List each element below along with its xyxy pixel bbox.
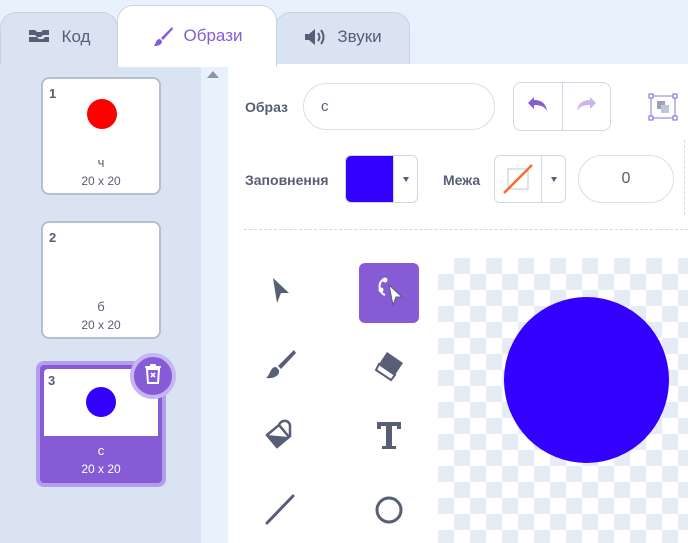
brush-icon — [262, 347, 298, 388]
undo-icon — [526, 95, 550, 118]
costume-name-value: с — [321, 98, 329, 115]
fill-color-swatch — [346, 156, 393, 202]
costume-number: 3 — [48, 373, 56, 388]
redo-button[interactable] — [561, 83, 610, 130]
scroll-up-arrow-icon[interactable] — [207, 71, 219, 78]
costume-name: ч — [97, 155, 105, 170]
reshape-tool-button[interactable] — [359, 263, 419, 323]
delete-costume-button[interactable] — [130, 353, 176, 399]
tab-sounds-label: Звуки — [337, 27, 382, 46]
tab-costumes[interactable]: Образи — [117, 5, 277, 67]
toolbar-divider — [684, 140, 685, 215]
code-blocks-icon — [28, 27, 52, 45]
arrow-cursor-icon — [266, 275, 294, 312]
costume-thumbnail — [87, 99, 117, 129]
outline-width-value: 0 — [621, 170, 631, 187]
text-tool-button[interactable] — [359, 407, 419, 467]
costume-size: 20 x 20 — [81, 462, 121, 476]
costume-size: 20 x 20 — [81, 318, 121, 332]
tab-code[interactable]: Код — [0, 12, 118, 66]
editor-tabs: Код Образи Звуки — [0, 0, 688, 67]
undo-redo-group — [513, 82, 611, 131]
text-icon — [371, 417, 407, 458]
brush-icon — [152, 26, 174, 48]
paint-canvas[interactable] — [438, 258, 688, 543]
paint-bucket-icon — [262, 417, 298, 458]
fill-label: Заповнення — [245, 172, 329, 188]
outline-dropdown-arrow — [541, 156, 565, 202]
eraser-icon — [371, 347, 407, 388]
circle-tool-button[interactable] — [359, 481, 419, 541]
reshape-icon — [371, 273, 407, 314]
outline-label: Межа — [443, 172, 481, 188]
line-icon — [262, 491, 298, 532]
costume-thumbnail — [87, 243, 117, 273]
outline-color-picker[interactable] — [494, 155, 566, 203]
circle-icon — [371, 491, 407, 532]
redo-icon — [574, 95, 598, 118]
fill-dropdown-arrow — [393, 156, 417, 202]
select-tool-button[interactable] — [250, 263, 310, 323]
no-color-icon — [503, 164, 534, 194]
costume-list-scrollbar[interactable] — [201, 64, 227, 543]
outline-color-swatch — [495, 156, 542, 202]
costume-item-1[interactable]: 1 ч 20 x 20 — [41, 77, 161, 195]
outline-width-input[interactable]: 0 — [578, 155, 674, 203]
tab-code-label: Код — [61, 27, 91, 46]
costume-thumbnail — [86, 387, 116, 417]
chevron-down-icon — [550, 176, 557, 182]
tab-sounds[interactable]: Звуки — [275, 12, 410, 66]
costume-number: 1 — [49, 86, 57, 101]
costume-number: 2 — [49, 230, 57, 245]
fill-tool-button[interactable] — [250, 407, 310, 467]
circle-shape[interactable] — [504, 297, 669, 463]
chevron-down-icon — [402, 176, 409, 182]
speaker-icon — [303, 27, 327, 47]
brush-tool-button[interactable] — [250, 337, 310, 397]
costume-name-input[interactable]: с — [303, 83, 495, 130]
costume-item-2[interactable]: 2 б 20 x 20 — [41, 221, 161, 339]
costume-name: б — [97, 299, 105, 314]
fill-color-picker[interactable] — [345, 155, 418, 203]
line-tool-button[interactable] — [250, 481, 310, 541]
costume-size: 20 x 20 — [81, 174, 121, 188]
costume-name-label: Образ — [245, 99, 289, 115]
undo-button[interactable] — [514, 83, 562, 130]
costume-name: с — [97, 443, 105, 458]
trash-icon — [143, 363, 163, 390]
group-icon[interactable] — [648, 93, 678, 126]
eraser-tool-button[interactable] — [359, 337, 419, 397]
tab-costumes-label: Образи — [183, 26, 243, 45]
section-divider — [244, 229, 688, 230]
